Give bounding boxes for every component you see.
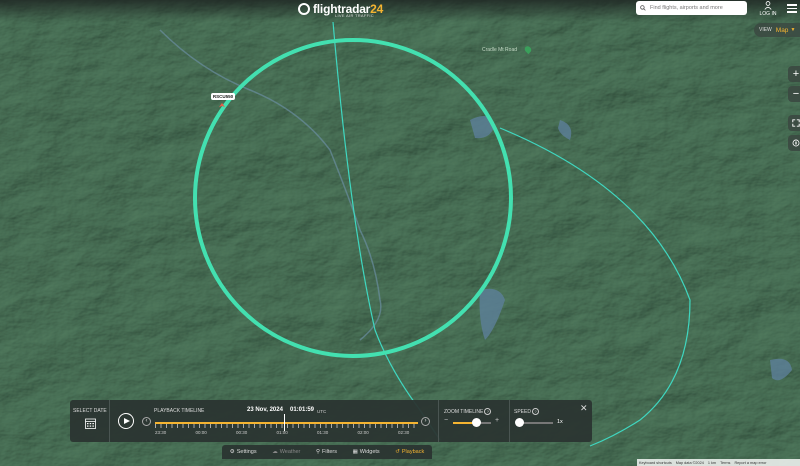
chevron-down-icon: ▼	[790, 27, 796, 33]
close-playback-button[interactable]: ✕	[580, 403, 588, 414]
terms-link[interactable]: Terms	[720, 461, 730, 465]
zoom-out-button[interactable]: −	[788, 86, 800, 102]
timeline-back-button[interactable]: ‹	[142, 417, 151, 426]
hamburger-menu-icon[interactable]	[787, 4, 797, 13]
terrain-map[interactable]	[0, 0, 800, 466]
timeline-tick-label: 01:00	[276, 430, 288, 435]
zoom-timeline-plus-button[interactable]: +	[495, 417, 499, 424]
timeline-tick-label: 00:00	[195, 430, 207, 435]
widgets-icon: ▦	[352, 449, 358, 455]
speed-track[interactable]	[519, 422, 553, 424]
timeline-cursor[interactable]	[283, 414, 285, 431]
gear-icon: ⚙	[229, 449, 235, 455]
playback-time: 01:01:59	[290, 407, 315, 413]
timeline-tick-label: 01:30	[317, 430, 329, 435]
map-view-button[interactable]: Map	[776, 27, 789, 34]
bottom-toolbar: ⚙ Settings ☁ Weather ⚲ Filters ▦ Widgets ↺ Pl…	[222, 445, 432, 459]
search-box[interactable]	[636, 1, 747, 15]
poi-label: Cradle Mt Road	[482, 47, 518, 53]
timeline-tick-label: 02:00	[357, 430, 369, 435]
locate-button[interactable]	[788, 135, 800, 151]
select-date-label: SELECT DATE	[73, 408, 107, 414]
keyboard-shortcuts-link[interactable]: Keyboard shortcuts	[639, 461, 672, 465]
logo-subtitle: LIVE AIR TRAFFIC	[335, 13, 374, 18]
zoom-timeline-slider-knob[interactable]	[472, 418, 482, 427]
speed-value: 1x	[557, 419, 563, 425]
timeline-forward-button[interactable]: ›	[421, 417, 430, 426]
settings-button[interactable]: ⚙ Settings	[230, 449, 257, 455]
zoom-in-button[interactable]: +	[788, 66, 800, 82]
playback-timeline-label: PLAYBACK TIMELINE	[154, 408, 205, 414]
filters-button[interactable]: ⚲ Filters	[316, 449, 337, 455]
map-data-text: Map data ©2024	[675, 460, 704, 465]
weather-button[interactable]: ☁ Weather	[272, 449, 300, 455]
user-icon	[764, 1, 772, 10]
select-date-section[interactable]: SELECT DATE	[70, 400, 110, 442]
calendar-icon[interactable]	[85, 418, 96, 429]
scale-label: 1 km	[707, 460, 717, 465]
fullscreen-icon	[792, 119, 800, 127]
radar-logo-icon	[298, 3, 310, 15]
speed-label: SPEED?	[514, 408, 539, 415]
aircraft-callsign-label[interactable]: RSCU550	[211, 93, 235, 100]
playback-button[interactable]: ↺ Playback	[395, 449, 424, 455]
playback-timezone: UTC	[317, 408, 327, 414]
timeline-tick-label: 23:30	[155, 430, 167, 435]
login-button[interactable]: LOG IN	[759, 1, 777, 17]
compass-icon	[792, 139, 800, 147]
fullscreen-button[interactable]	[788, 115, 800, 131]
play-button[interactable]	[118, 413, 134, 429]
report-map-error-link[interactable]: Report a map error	[734, 461, 766, 465]
speed-slider-knob[interactable]	[515, 418, 524, 427]
info-icon[interactable]: ?	[484, 408, 492, 415]
zoom-timeline-label: ZOOM TIMELINE?	[444, 408, 492, 415]
login-label: LOG IN	[759, 11, 777, 17]
view-label: VIEW	[759, 27, 772, 33]
info-icon[interactable]: ?	[531, 408, 539, 415]
search-input[interactable]	[646, 3, 746, 13]
widgets-button[interactable]: ▦ Widgets	[353, 449, 380, 455]
map-attribution: Keyboard shortcuts Map data ©2024 1 km T…	[637, 459, 800, 466]
view-selector[interactable]: VIEW Map ▼	[754, 23, 800, 37]
timeline-tick-label: 02:30	[398, 430, 410, 435]
zoom-timeline-minus-button[interactable]: −	[444, 417, 448, 424]
playback-icon: ↺	[395, 449, 400, 455]
cloud-icon: ☁	[272, 449, 278, 455]
filter-icon: ⚲	[315, 449, 321, 455]
timeline-tick-label: 00:30	[236, 430, 248, 435]
playback-date: 23 Nov, 2024	[247, 407, 283, 413]
timeline-ticks	[155, 424, 418, 428]
playback-panel: SELECT DATE PLAYBACK TIMELINE 23 Nov, 20…	[70, 400, 592, 442]
